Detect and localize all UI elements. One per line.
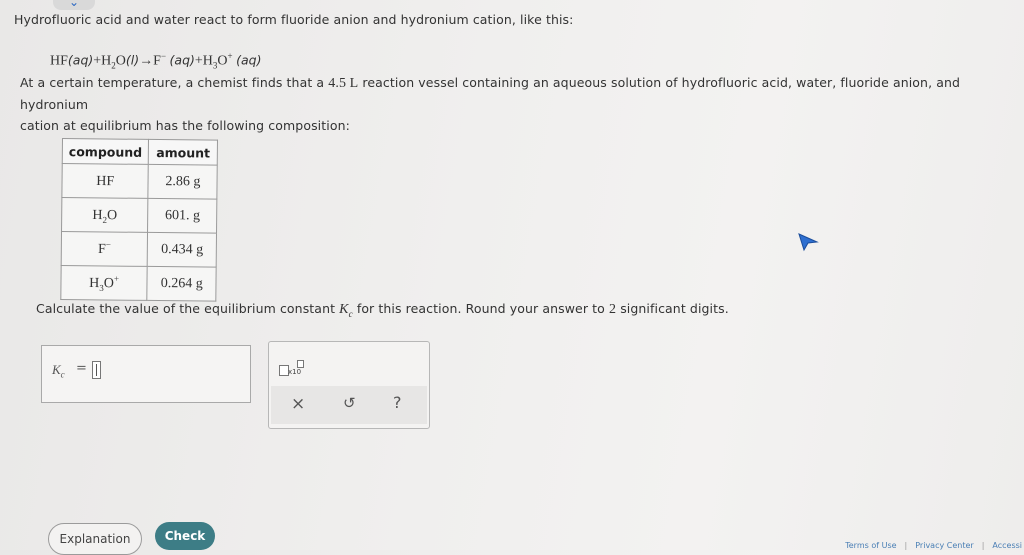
- table-header-row: compound amount: [62, 138, 218, 166]
- table-row: HF 2.86 g: [61, 163, 218, 200]
- tool-panel: x10 × ↺ ?: [268, 341, 430, 429]
- condition-text: At a certain temperature, a chemist find…: [20, 75, 961, 133]
- amount-cell: 601. g: [147, 198, 218, 234]
- footer-links: Terms of Use | Privacy Center | Accessi: [845, 541, 1022, 550]
- undo-icon[interactable]: ↺: [343, 394, 356, 412]
- accessibility-link[interactable]: Accessi: [992, 541, 1022, 550]
- table-row: H3O+ 0.264 g: [60, 265, 217, 302]
- table-row: H2O 601. g: [61, 197, 218, 234]
- check-button[interactable]: Check: [155, 522, 215, 550]
- help-icon[interactable]: ?: [393, 393, 402, 412]
- kc-label: Kc: [52, 362, 65, 380]
- x10-exponent-button[interactable]: x10: [279, 360, 309, 378]
- answer-box: Kc =: [41, 345, 251, 403]
- reaction-equation: HF(aq)+H2O(l)→F− (aq)+H3O+ (aq): [50, 51, 262, 71]
- composition-table: compound amount HF 2.86 g H2O 601. g F− …: [60, 138, 218, 302]
- question-text: Calculate the value of the equilibrium c…: [36, 301, 729, 319]
- explanation-button[interactable]: Explanation: [48, 523, 142, 555]
- intro-text: Hydrofluoric acid and water react to for…: [14, 12, 574, 27]
- amount-cell: 0.434 g: [147, 232, 217, 268]
- tool-button-row: × ↺ ?: [271, 386, 427, 424]
- table-row: F− 0.434 g: [61, 231, 217, 268]
- compound-cell: F−: [61, 231, 148, 267]
- privacy-link[interactable]: Privacy Center: [915, 541, 973, 550]
- col-header-compound: compound: [62, 138, 149, 165]
- compound-cell: HF: [61, 163, 149, 199]
- cursor-icon: [798, 233, 819, 252]
- answer-input[interactable]: [92, 361, 101, 379]
- compound-cell: H2O: [61, 197, 149, 233]
- x10-label: x10: [288, 368, 302, 376]
- clear-icon[interactable]: ×: [291, 394, 305, 414]
- collapse-chevron-icon[interactable]: ⌄: [53, 0, 95, 10]
- equals-sign: =: [76, 361, 87, 376]
- amount-cell: 2.86 g: [148, 164, 218, 200]
- terms-link[interactable]: Terms of Use: [845, 541, 896, 550]
- col-header-amount: amount: [148, 139, 218, 166]
- amount-cell: 0.264 g: [147, 266, 217, 302]
- compound-cell: H3O+: [60, 265, 148, 301]
